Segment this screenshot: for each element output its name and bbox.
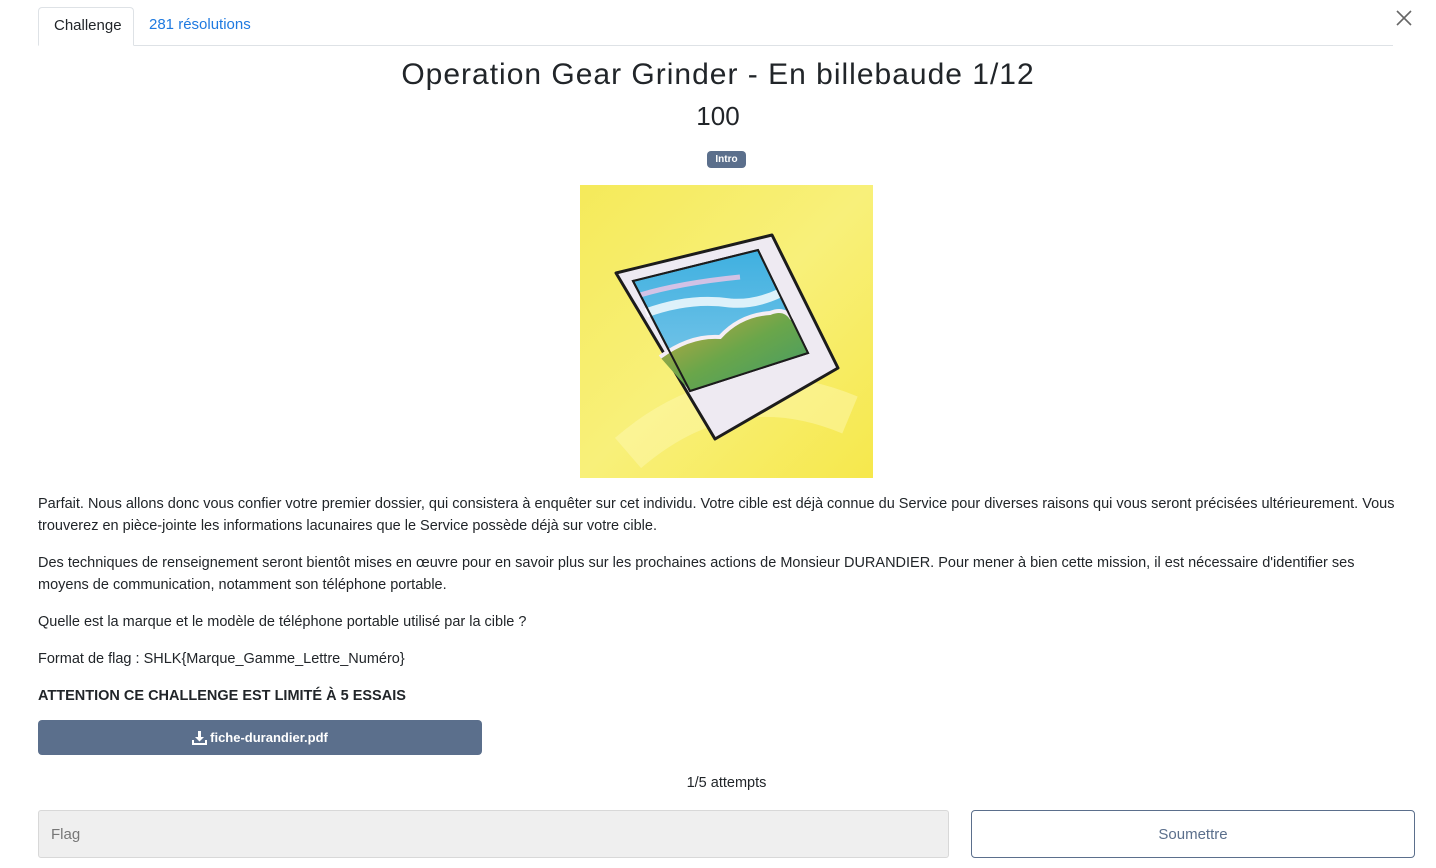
download-attachment-button[interactable]: fiche-durandier.pdf	[38, 720, 482, 755]
submit-button[interactable]: Soumettre	[971, 810, 1415, 858]
description-paragraph: Des techniques de renseignement seront b…	[38, 555, 1355, 593]
attempts-counter: 1/5 attempts	[686, 775, 767, 791]
download-icon	[192, 730, 208, 745]
challenge-image	[580, 185, 873, 478]
close-icon[interactable]	[1393, 7, 1415, 29]
challenge-description: Parfait. Nous allons donc vous confier v…	[38, 493, 1408, 722]
tab-challenge[interactable]: Challenge	[38, 7, 134, 46]
flag-input[interactable]	[38, 810, 949, 858]
challenge-title: Operation Gear Grinder - En billebaude 1…	[401, 58, 1035, 91]
attempts-warning: ATTENTION CE CHALLENGE EST LIMITÉ À 5 ES…	[38, 688, 406, 704]
attachment-filename: fiche-durandier.pdf	[210, 730, 328, 745]
tab-resolutions[interactable]: 281 résolutions	[134, 7, 266, 45]
description-paragraph: Parfait. Nous allons donc vous confier v…	[38, 496, 1395, 534]
flag-format: Format de flag : SHLK{Marque_Gamme_Lettr…	[38, 651, 405, 667]
challenge-tabs: Challenge 281 résolutions	[38, 7, 1393, 46]
description-question: Quelle est la marque et le modèle de tél…	[38, 614, 527, 630]
challenge-points: 100	[696, 101, 740, 131]
category-badge: Intro	[707, 151, 746, 168]
